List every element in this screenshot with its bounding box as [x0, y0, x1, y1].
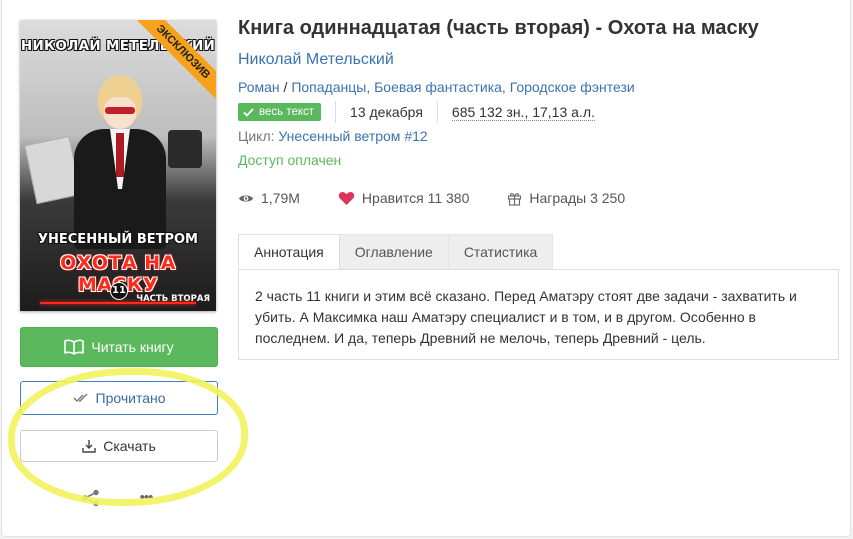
tab-statistics[interactable]: Статистика — [448, 234, 554, 270]
heart-icon — [338, 191, 355, 206]
download-button[interactable]: Скачать — [20, 430, 218, 462]
gift-icon — [507, 191, 522, 206]
divider — [335, 101, 337, 123]
read-book-label: Читать книгу — [91, 339, 174, 355]
full-text-label: весь текст — [259, 106, 315, 118]
download-icon — [82, 439, 96, 453]
cover-series-text: УНЕСЕННЫЙ ВЕТРОМ — [37, 232, 198, 247]
double-check-icon — [73, 393, 89, 403]
share-icon[interactable] — [80, 488, 102, 508]
book-size[interactable]: 685 132 зн., 17,13 а.л. — [451, 104, 595, 121]
likes-stat[interactable]: Нравится 11 380 — [338, 190, 469, 206]
full-text-badge: весь текст — [238, 103, 322, 121]
tab-contents[interactable]: Оглавление — [339, 234, 449, 270]
divider — [436, 101, 438, 123]
awards-stat[interactable]: Награды 3 250 — [507, 190, 625, 206]
book-meta-row: весь текст 13 декабря 685 132 зн., 17,13… — [238, 100, 595, 124]
cover-illustration — [24, 75, 202, 249]
views-stat: 1,79М — [238, 190, 300, 206]
author-link[interactable]: Николай Метельский — [238, 51, 394, 69]
cover-decoration — [40, 302, 196, 304]
book-tabs: Аннотация Оглавление Статистика — [238, 234, 852, 270]
tab-annotation[interactable]: Аннотация — [238, 234, 340, 270]
likes-count: Нравится 11 380 — [361, 190, 470, 206]
cycle-info: Цикл: Унесенный ветром #12 — [238, 128, 428, 144]
publish-date: 13 декабря — [350, 104, 423, 120]
book-cover[interactable]: НИКОЛАЙ МЕТЕЛЬСКИЙ УНЕСЕННЫЙ ВЕТРОМ ОХОТ… — [20, 20, 216, 311]
genre-list: Роман / Попаданцы, Боевая фантастика, Го… — [238, 79, 635, 95]
access-status: Доступ оплачен — [238, 152, 342, 168]
cycle-link[interactable]: Унесенный ветром #12 — [278, 128, 427, 144]
mark-read-button[interactable]: Прочитано — [20, 381, 218, 415]
genre-link[interactable]: Боевая фантастика — [374, 79, 502, 95]
genre-link[interactable]: Роман — [238, 79, 280, 95]
genre-separator: / — [279, 79, 292, 95]
read-book-button[interactable]: Читать книгу — [20, 327, 218, 367]
genre-link[interactable]: Городское фэнтези — [510, 79, 635, 95]
eye-icon — [238, 193, 254, 204]
check-icon — [243, 107, 254, 117]
genre-link[interactable]: Попаданцы — [291, 79, 366, 95]
download-label: Скачать — [103, 438, 156, 454]
more-options-icon[interactable]: ••• — [134, 488, 158, 508]
cover-number: 11 — [110, 282, 128, 300]
awards-count: Награды 3 250 — [529, 190, 626, 206]
mark-read-label: Прочитано — [95, 390, 166, 406]
open-book-icon — [64, 339, 85, 355]
book-title: Книга одиннадцатая (часть вторая) - Охот… — [238, 17, 759, 39]
stats-row: 1,79М Нравится 11 380 Награды 3 250 — [238, 190, 663, 206]
cycle-label: Цикл: — [238, 128, 275, 144]
annotation-panel: 2 часть 11 книги и этим всё сказано. Пер… — [238, 269, 839, 360]
views-count: 1,79М — [261, 190, 300, 206]
